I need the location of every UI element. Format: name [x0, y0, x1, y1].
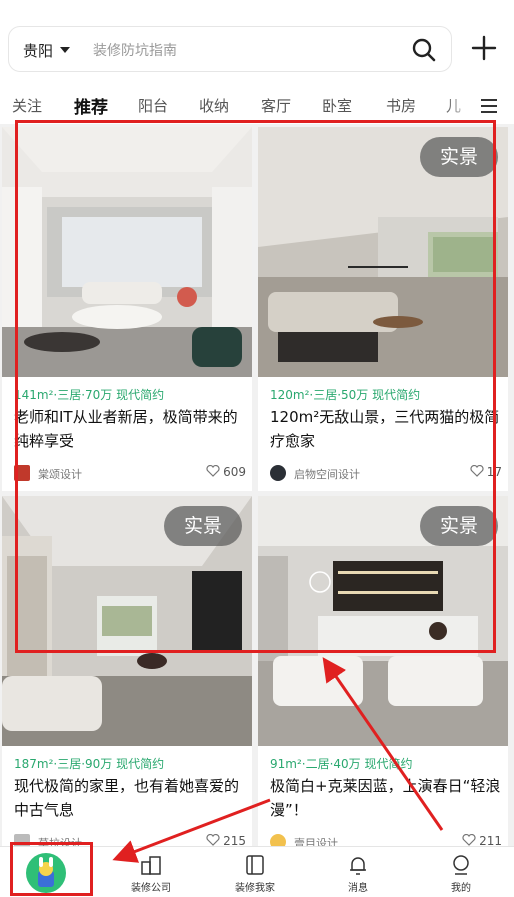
nav-home[interactable] — [0, 847, 100, 897]
nav-renovate-my-home[interactable]: 装修我家 — [205, 847, 305, 897]
card-title[interactable]: 老师和IT从业者新居，极简带来的纯粹享受 — [14, 405, 246, 453]
tab-study[interactable]: 书房 — [386, 95, 416, 116]
heart-icon[interactable] — [206, 834, 220, 846]
tab-fade — [444, 88, 474, 124]
card-title[interactable]: 120m²无敌山景，三代两猫的极简疗愈家 — [270, 405, 502, 453]
tab-recommend[interactable]: 推荐 — [74, 93, 108, 118]
author-name: 壹目设计 — [294, 837, 338, 846]
card-meta: 187m²·三居·90万 现代简约 — [14, 757, 165, 771]
search-bar[interactable]: 贵阳 装修防坑指南 — [8, 26, 452, 72]
card-author[interactable]: 棠颂设计 609 — [14, 465, 246, 483]
card-author[interactable]: 壹目设计 211 — [270, 834, 502, 846]
like-count-value: 215 — [223, 834, 246, 846]
nav-label: 我的 — [451, 883, 471, 894]
home-logo-icon[interactable] — [26, 853, 66, 893]
author-name: 启物空间设计 — [294, 468, 360, 481]
card-author[interactable]: 草拉设计 215 — [14, 834, 246, 846]
search-icon[interactable] — [411, 37, 437, 63]
feed-card[interactable]: 实景 120m²·三居·50万 现代简约 120m²无敌山景，三代两猫的极简疗愈… — [258, 127, 508, 491]
nav-company[interactable]: 装修公司 — [101, 847, 201, 897]
card-meta: 91m²·二居·40万 现代简约 — [270, 757, 413, 771]
avatar — [14, 834, 30, 846]
feed-card[interactable]: 实景 91m²·二居·40万 现代简约 极简白+克莱因蓝，上演春日“轻浪漫”！ … — [258, 496, 508, 846]
avatar — [14, 465, 30, 481]
like-count[interactable]: 17 — [470, 465, 502, 479]
search-input[interactable]: 装修防坑指南 — [93, 40, 177, 60]
nav-label: 装修我家 — [235, 883, 275, 894]
avatar — [270, 465, 286, 481]
room-photo[interactable]: 实景 — [258, 127, 508, 377]
card-author[interactable]: 启物空间设计 17 — [270, 465, 502, 483]
tab-balcony[interactable]: 阳台 — [138, 95, 168, 116]
room-photo[interactable] — [2, 127, 252, 377]
tab-bedroom[interactable]: 卧室 — [322, 95, 352, 116]
app-screen: 贵阳 装修防坑指南 关注 推荐 阳台 收纳 客厅 卧室 书房 儿 — [0, 0, 514, 897]
heart-icon[interactable] — [462, 834, 476, 846]
feed-grid: 141m²·三居·70万 现代简约 老师和IT从业者新居，极简带来的纯粹享受 棠… — [0, 124, 514, 846]
caret-down-icon[interactable] — [60, 47, 70, 53]
tab-living-room[interactable]: 客厅 — [261, 95, 291, 116]
nav-label: 消息 — [348, 883, 368, 894]
nav-profile[interactable]: 我的 — [411, 847, 511, 897]
author-name: 草拉设计 — [38, 837, 82, 846]
bottom-nav: 装修公司 装修我家 消息 我的 — [0, 846, 514, 897]
real-scene-badge: 实景 — [420, 137, 498, 177]
top-header: 贵阳 装修防坑指南 — [0, 0, 514, 88]
like-count[interactable]: 609 — [206, 465, 246, 479]
card-meta: 120m²·三居·50万 现代简约 — [270, 388, 421, 402]
real-scene-badge: 实景 — [420, 506, 498, 546]
like-count-value: 609 — [223, 465, 246, 479]
room-photo[interactable]: 实景 — [2, 496, 252, 746]
bell-icon — [350, 857, 366, 875]
heart-icon[interactable] — [470, 465, 484, 477]
category-tabs: 关注 推荐 阳台 收纳 客厅 卧室 书房 儿 — [0, 88, 514, 124]
company-icon — [141, 856, 161, 875]
real-scene-badge: 实景 — [164, 506, 242, 546]
nav-messages[interactable]: 消息 — [308, 847, 408, 897]
nav-label: 装修公司 — [131, 883, 171, 894]
card-meta: 141m²·三居·70万 现代简约 — [14, 388, 165, 402]
like-count-value: 211 — [479, 834, 502, 846]
profile-icon — [453, 855, 469, 875]
tab-storage[interactable]: 收纳 — [199, 95, 229, 116]
feed-card[interactable]: 141m²·三居·70万 现代简约 老师和IT从业者新居，极简带来的纯粹享受 棠… — [2, 127, 252, 491]
card-title[interactable]: 极简白+克莱因蓝，上演春日“轻浪漫”！ — [270, 774, 502, 822]
book-icon — [246, 855, 264, 875]
like-count-value: 17 — [486, 465, 502, 479]
tab-follow[interactable]: 关注 — [12, 95, 42, 116]
room-photo[interactable]: 实景 — [258, 496, 508, 746]
like-count[interactable]: 215 — [206, 834, 246, 846]
author-name: 棠颂设计 — [38, 468, 82, 481]
feed-card[interactable]: 实景 187m²·三居·90万 现代简约 现代极简的家里，也有着她喜爱的中古气息… — [2, 496, 252, 846]
city-selector[interactable]: 贵阳 — [23, 40, 53, 61]
heart-icon[interactable] — [206, 465, 220, 477]
avatar — [270, 834, 286, 846]
card-title[interactable]: 现代极简的家里，也有着她喜爱的中古气息 — [14, 774, 246, 822]
like-count[interactable]: 211 — [462, 834, 502, 846]
plus-icon[interactable] — [470, 34, 498, 62]
menu-icon[interactable] — [480, 98, 498, 114]
